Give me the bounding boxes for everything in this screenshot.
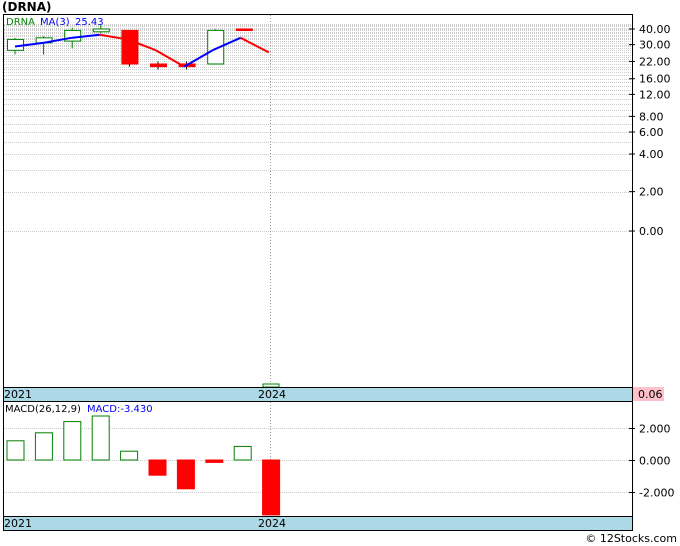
last-price-marker [262, 383, 280, 388]
price-tick-label: 30.00 [639, 39, 671, 52]
candle-body [150, 63, 167, 68]
macd-bar [91, 415, 110, 461]
macd-tick-label: 0.000 [639, 455, 671, 468]
macd-legend-value: MACD:-3.430 [87, 404, 153, 415]
price-tick-label: 6.00 [639, 126, 664, 139]
price-tick-label: 4.00 [639, 148, 664, 161]
macd-bar [34, 432, 53, 461]
candle-body [235, 28, 253, 31]
price-legend-ma-value: 25.43 [75, 17, 104, 28]
candle-body [92, 28, 110, 33]
macd-bar [6, 440, 25, 461]
price-grid [4, 24, 632, 232]
macd-y-axis: 2.000 0.000 -2.000 [629, 423, 674, 500]
price-year-label-2024: 2024 [258, 388, 286, 401]
price-legend-symbol: DRNA [6, 17, 35, 28]
macd-bar [233, 445, 252, 461]
price-tick-label: 2.00 [639, 186, 664, 199]
macd-bar [262, 459, 281, 516]
macd-bar [205, 459, 224, 463]
macd-legend-label: MACD(26,12,9) [5, 404, 81, 415]
last-value-label: 0.06 [638, 388, 663, 401]
candle [235, 28, 253, 31]
macd-year-label-2021: 2021 [4, 517, 32, 530]
price-tick-label: 22.00 [639, 55, 671, 68]
macd-tick-label: 2.000 [639, 423, 671, 436]
candle [121, 29, 139, 67]
stock-chart: 40.00 30.00 22.00 16.00 12.00 8.00 6.00 4.00 2.0… [3, 14, 674, 531]
candles [7, 25, 253, 70]
price-year-label-2021: 2021 [4, 388, 32, 401]
macd-year-bar [3, 516, 633, 531]
macd-tick-label: -2.000 [639, 487, 674, 500]
macd-bar [176, 459, 195, 490]
macd-bar [148, 459, 167, 476]
price-tick-label: 8.00 [639, 110, 664, 123]
price-tick-label: 12.00 [639, 88, 671, 101]
candle-body [121, 29, 139, 65]
price-y-axis: 40.00 30.00 22.00 16.00 12.00 8.00 6.00 4.00 2.0… [629, 23, 671, 238]
macd-year-label-2024: 2024 [258, 517, 286, 530]
price-legend-ma-label: MA(3) [40, 17, 70, 28]
macd-bars [6, 415, 281, 516]
candle [150, 61, 167, 70]
price-year-bar [3, 387, 633, 402]
footer-credit: © 12Stocks.com [585, 532, 677, 545]
macd-bar [63, 421, 82, 461]
macd-bar [120, 450, 139, 461]
price-tick-label: 0.00 [639, 225, 664, 238]
price-tick-label: 40.00 [639, 23, 671, 36]
price-tick-label: 16.00 [639, 73, 671, 86]
